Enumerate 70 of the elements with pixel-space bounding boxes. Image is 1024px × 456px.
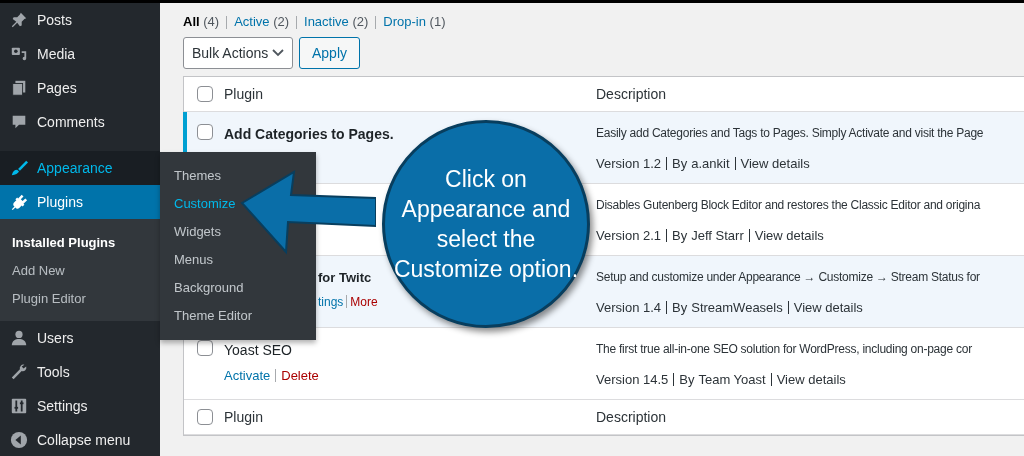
version-text: Version 14.5 bbox=[596, 371, 669, 389]
checkbox[interactable] bbox=[197, 86, 213, 102]
collapse-menu-button[interactable]: Collapse menu bbox=[0, 423, 160, 456]
filter-link[interactable]: All (4) bbox=[183, 12, 227, 32]
filter-link[interactable]: Active (2) bbox=[227, 12, 297, 32]
column-header[interactable]: Description bbox=[596, 85, 667, 102]
by-label: By bbox=[672, 227, 688, 245]
plugin-description: The first true all-in-one SEO solution for WordPress, including on-page cor bbox=[596, 341, 973, 358]
plugin-description: Setup and customize under Appearance → Customize → Stream Status for bbox=[596, 269, 981, 286]
filter-link[interactable]: Drop-in (1) bbox=[376, 12, 453, 32]
plugin-name: Yoast SEO bbox=[224, 341, 292, 360]
version-text: Version 2.1 bbox=[596, 227, 662, 245]
plugin-name: for Twitc bbox=[318, 269, 372, 287]
by-label: By bbox=[672, 299, 688, 317]
filter-link[interactable]: Inactive (2) bbox=[297, 12, 376, 32]
version-text: Version 1.4 bbox=[596, 299, 662, 317]
author-link[interactable]: a.ankit bbox=[691, 154, 730, 174]
sidebar-item[interactable]: Users bbox=[0, 321, 160, 355]
apply-button[interactable]: Apply bbox=[299, 37, 361, 69]
flyout-menu-item[interactable]: Background bbox=[160, 274, 258, 302]
checkbox[interactable] bbox=[197, 409, 213, 425]
sidebar-item[interactable]: Plugins bbox=[0, 185, 160, 219]
flyout-menu-item[interactable]: Widgets bbox=[160, 218, 235, 246]
flyout-menu-item[interactable]: Customize bbox=[160, 190, 250, 218]
view-details-link[interactable]: View details bbox=[740, 154, 810, 174]
plugin-description: Disables Gutenberg Block Editor and restores the Classic Editor and origina bbox=[596, 197, 982, 214]
view-details-link[interactable]: View details bbox=[793, 298, 863, 318]
sidebar-item[interactable]: Posts bbox=[0, 3, 160, 37]
chevron-down-icon bbox=[272, 49, 284, 57]
view-details-link[interactable]: View details bbox=[754, 226, 824, 246]
by-label: By bbox=[672, 155, 688, 173]
by-label: By bbox=[679, 371, 695, 389]
sidebar-item[interactable]: Pages bbox=[0, 71, 160, 105]
author-link[interactable]: Team Yoast bbox=[698, 370, 766, 390]
action-link[interactable]: tings bbox=[318, 292, 347, 311]
submenu-item[interactable]: Plugin Editor bbox=[0, 285, 160, 313]
sliders-icon bbox=[10, 397, 28, 415]
delete-link[interactable]: More bbox=[347, 292, 381, 311]
version-text: Version 1.2 bbox=[596, 155, 662, 173]
pages-icon bbox=[10, 79, 28, 97]
flyout-menu-item[interactable]: Menus bbox=[160, 246, 228, 274]
action-link[interactable]: Activate bbox=[224, 366, 276, 386]
brush-icon bbox=[10, 159, 28, 177]
checkbox[interactable] bbox=[197, 124, 213, 140]
delete-link[interactable]: Delete bbox=[276, 366, 324, 386]
checkbox[interactable] bbox=[197, 340, 213, 356]
plugin-description: Easily add Categories and Tags to Pages. Simply Activate and visit the Page bbox=[596, 125, 985, 142]
sidebar-item[interactable]: Appearance bbox=[0, 151, 160, 185]
speech-bubble-icon bbox=[10, 113, 28, 131]
column-header[interactable]: Description bbox=[596, 408, 667, 425]
flyout-menu-item[interactable]: Theme Editor bbox=[160, 302, 267, 330]
column-header[interactable]: Plugin bbox=[224, 408, 263, 425]
bulk-actions-dropdown[interactable]: Bulk Actions bbox=[183, 37, 293, 69]
collapse-icon bbox=[10, 431, 28, 449]
sidebar-item[interactable]: Settings bbox=[0, 389, 160, 423]
pin-icon bbox=[10, 11, 28, 29]
plug-icon bbox=[10, 193, 28, 211]
sidebar-item[interactable]: Comments bbox=[0, 105, 160, 139]
view-details-link[interactable]: View details bbox=[776, 370, 846, 390]
column-header[interactable]: Plugin bbox=[224, 85, 263, 102]
media-icon bbox=[10, 45, 28, 63]
submenu-item[interactable]: Installed Plugins bbox=[0, 229, 160, 257]
author-link[interactable]: Jeff Starr bbox=[691, 226, 744, 246]
wrench-icon bbox=[10, 363, 28, 381]
sidebar-item[interactable]: Media bbox=[0, 37, 160, 71]
sidebar-item[interactable]: Tools bbox=[0, 355, 160, 389]
submenu-item[interactable]: Add New bbox=[0, 257, 160, 285]
author-link[interactable]: StreamWeasels bbox=[691, 298, 783, 318]
flyout-menu-item[interactable]: Themes bbox=[160, 162, 235, 190]
user-icon bbox=[10, 329, 28, 347]
